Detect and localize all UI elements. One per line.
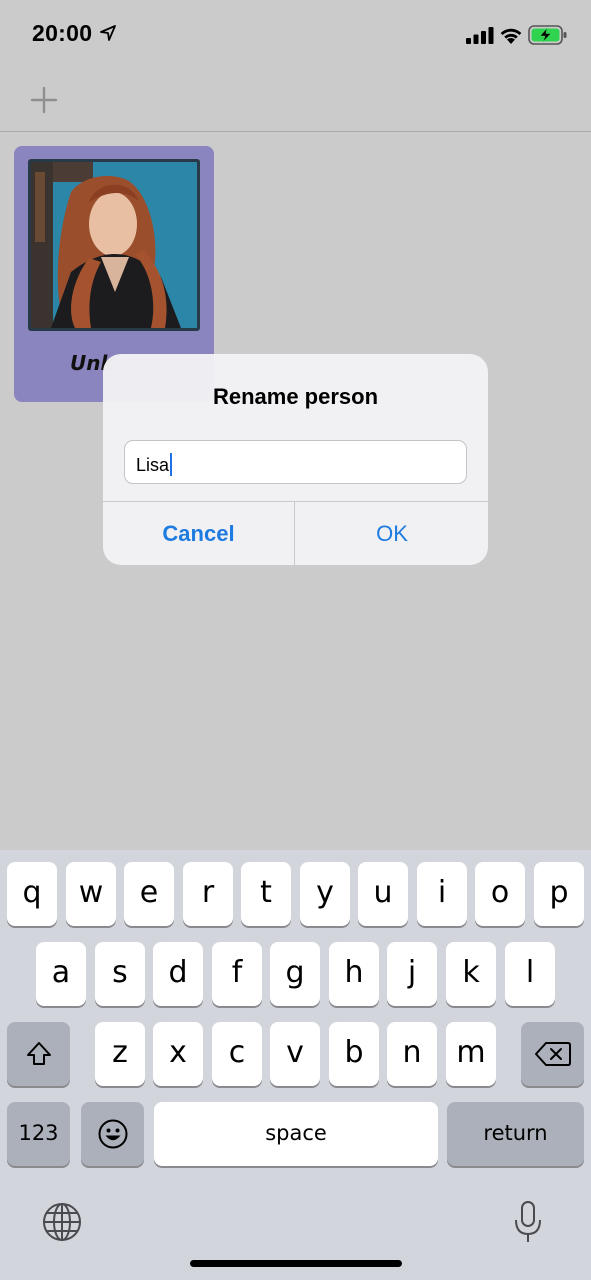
key-d[interactable]: d [153,942,203,1006]
emoji-icon [98,1119,127,1149]
text-caret [170,453,173,476]
globe-icon[interactable] [42,1202,82,1242]
microphone-icon[interactable] [513,1200,543,1244]
key-q[interactable]: q [7,862,57,926]
keyboard: q w e r t y u i o p a s d f g h j k l z … [0,850,591,1280]
key-j[interactable]: j [387,942,437,1006]
status-bar: 20:00 [0,0,591,72]
key-w[interactable]: w [66,862,116,926]
space-key[interactable]: space [154,1102,438,1166]
key-m[interactable]: m [446,1022,496,1086]
ok-button[interactable]: OK [296,502,488,565]
home-indicator [190,1260,402,1267]
key-u[interactable]: u [358,862,408,926]
key-z[interactable]: z [95,1022,145,1086]
key-b[interactable]: b [329,1022,379,1086]
key-c[interactable]: c [212,1022,262,1086]
return-key[interactable]: return [447,1102,584,1166]
key-f[interactable]: f [212,942,262,1006]
key-a[interactable]: a [36,942,86,1006]
dialog-title: Rename person [212,384,379,409]
dialog-button-row: Cancel OK [103,501,488,565]
status-time: 20:00 [32,20,93,46]
shift-key[interactable] [7,1022,70,1086]
toolbar [0,72,591,132]
key-e[interactable]: e [124,862,174,926]
emoji-key[interactable] [81,1102,144,1166]
wifi-icon [500,28,522,44]
key-n[interactable]: n [387,1022,437,1086]
location-arrow-icon [100,25,116,41]
cancel-button[interactable]: Cancel [103,502,295,565]
key-k[interactable]: k [446,942,496,1006]
key-p[interactable]: p [534,862,584,926]
key-s[interactable]: s [95,942,145,1006]
key-l[interactable]: l [505,942,555,1006]
key-v[interactable]: v [270,1022,320,1086]
key-h[interactable]: h [329,942,379,1006]
backspace-icon [534,1042,571,1066]
name-input-value[interactable]: Lisa [136,453,173,476]
name-input-field[interactable]: Lisa [124,440,467,484]
shift-icon [26,1042,51,1065]
battery-charging-icon [528,25,567,45]
key-o[interactable]: o [475,862,525,926]
numbers-key[interactable]: 123 [7,1102,70,1166]
plus-icon[interactable] [30,86,58,114]
person-photo [28,159,200,331]
key-y[interactable]: y [300,862,350,926]
key-r[interactable]: r [183,862,233,926]
key-x[interactable]: x [153,1022,203,1086]
rename-dialog: Rename person Lisa Cancel OK [103,354,488,565]
key-i[interactable]: i [417,862,467,926]
backspace-key[interactable] [521,1022,584,1086]
key-g[interactable]: g [270,942,320,1006]
signal-icon [466,27,494,44]
key-t[interactable]: t [241,862,291,926]
